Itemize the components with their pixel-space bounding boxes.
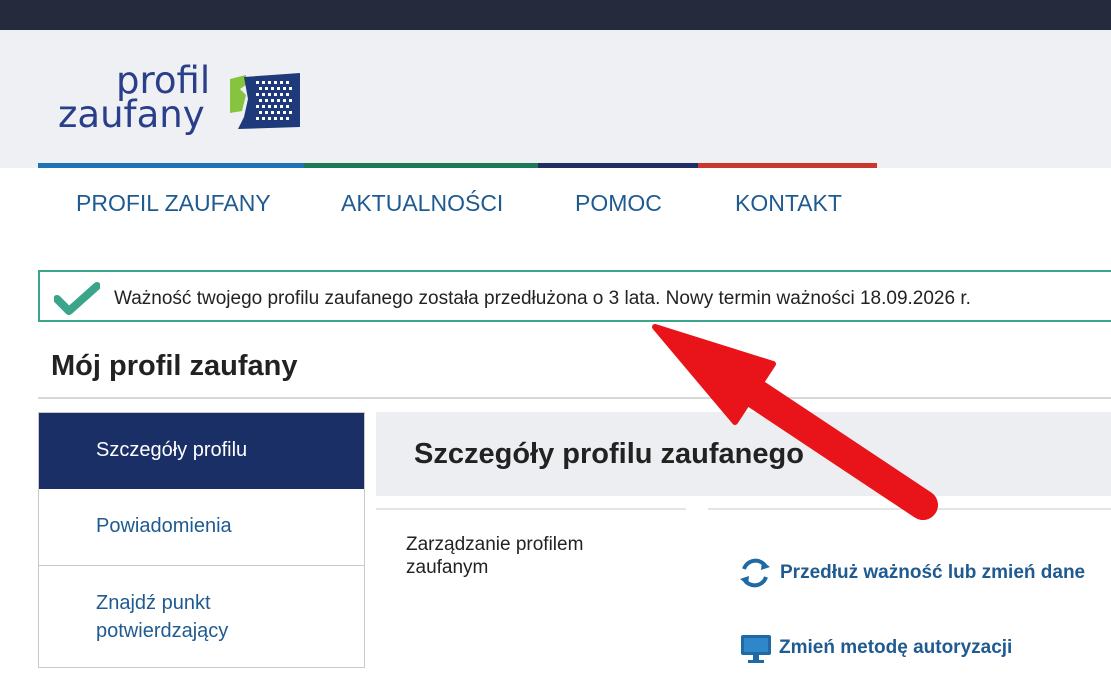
main-nav: PROFIL ZAUFANY AKTUALNOŚCI POMOC KONTAKT (0, 168, 1111, 238)
monitor-icon (741, 635, 771, 663)
panel-title: Szczegóły profilu zaufanego (414, 438, 804, 470)
nav-item-aktualnosci[interactable]: AKTUALNOŚCI (341, 190, 503, 217)
sidebar-item-szczegoly-profilu[interactable]: Szczegóły profilu (39, 413, 364, 489)
success-alert: Ważność twojego profilu zaufanego został… (38, 270, 1111, 322)
refresh-icon (740, 558, 770, 588)
page-title: Mój profil zaufany (51, 350, 298, 382)
section-divider-left (376, 508, 686, 510)
logo[interactable]: profil zaufany (58, 62, 218, 142)
sidebar-divider (39, 565, 364, 566)
logo-emblem-icon (230, 73, 300, 129)
nav-item-kontakt[interactable]: KONTAKT (735, 190, 842, 217)
alert-message: Ważność twojego profilu zaufanego został… (114, 288, 971, 309)
panel-header: Szczegóły profilu zaufanego (376, 412, 1111, 496)
section-divider-right (708, 508, 1111, 510)
sidebar: Szczegóły profilu Powiadomienia Znajdź p… (38, 412, 365, 668)
manage-profile-label: Zarządzanie profilem zaufanym (406, 534, 584, 578)
top-bar (0, 0, 1111, 30)
check-icon (54, 282, 100, 315)
extend-validity-link[interactable]: Przedłuż ważność lub zmień dane (780, 562, 1085, 584)
change-auth-method-link[interactable]: Zmień metodę autoryzacji (779, 637, 1012, 659)
logo-line-2: zaufany (58, 93, 205, 136)
sidebar-item-znajdz-punkt[interactable]: Znajdź punkt potwierdzający (39, 589, 339, 645)
nav-item-pomoc[interactable]: POMOC (575, 190, 662, 217)
sidebar-item-powiadomienia[interactable]: Powiadomienia (39, 490, 364, 566)
title-divider (38, 397, 1111, 399)
nav-item-profil-zaufany[interactable]: PROFIL ZAUFANY (76, 190, 271, 217)
